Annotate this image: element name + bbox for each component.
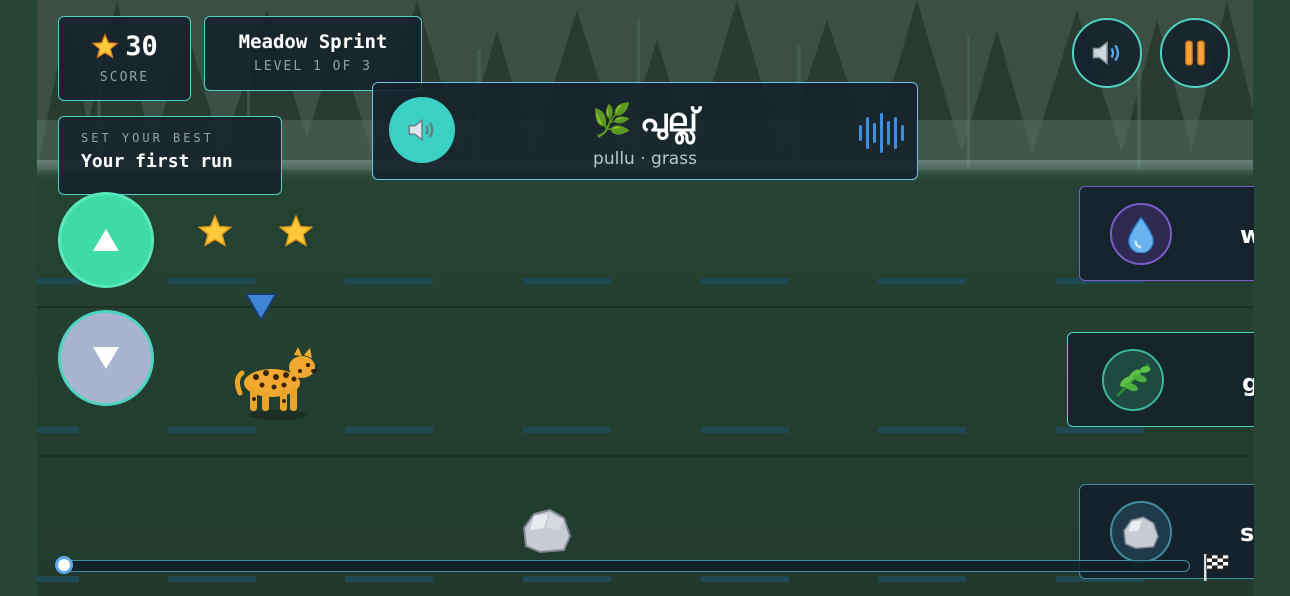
herb-leaf-icon: [1116, 363, 1151, 397]
star-icon: [278, 214, 314, 247]
best-panel: SET YOUR BEST Your first run: [58, 116, 282, 195]
lane-dash: [878, 427, 966, 433]
lane-dash: [168, 427, 256, 433]
water-drop-icon: [1128, 216, 1154, 253]
best-value: Your first run: [81, 151, 233, 172]
lane-dash: [523, 278, 611, 284]
word-native: പുല്ല്: [640, 101, 698, 139]
pause-button[interactable]: [1160, 18, 1230, 88]
sound-wave-icon: [859, 113, 904, 153]
down-arrow-icon: [93, 347, 119, 369]
word-native-text: 🌿 പുല്ല്: [373, 101, 917, 140]
lane-marker-icon: [244, 293, 278, 322]
speaker-icon: [1092, 40, 1120, 66]
level-panel: Meadow Sprint LEVEL 1 OF 3: [204, 16, 422, 91]
lane-dash: [701, 278, 789, 284]
lane-dash: [1056, 427, 1144, 433]
lane-divider: [37, 455, 1253, 457]
word-prompt-panel: 🌿 പുല്ല് pullu · grass: [372, 82, 918, 180]
score-label: SCORE: [99, 70, 150, 85]
answer-card-water[interactable]: w: [1079, 186, 1254, 281]
answer-badge: [1110, 203, 1172, 265]
rock-icon: [1123, 516, 1159, 550]
leopard-icon: [234, 347, 317, 420]
lane-dash: [345, 576, 433, 582]
lane-dash: [523, 576, 611, 582]
word-emoji: 🌿: [592, 101, 633, 139]
score-value: 30: [125, 31, 158, 62]
star-icon: [91, 32, 119, 59]
lane-dash: [523, 427, 611, 433]
answer-card-label: s: [1240, 519, 1254, 547]
answer-badge: [1110, 501, 1172, 563]
level-subtitle: LEVEL 1 OF 3: [254, 59, 372, 74]
level-progress-bar: [55, 556, 1190, 574]
best-label: SET YOUR BEST: [81, 131, 214, 145]
answer-card-label: g: [1242, 369, 1254, 397]
lane-dash: [345, 278, 433, 284]
lane-dash: [878, 278, 966, 284]
lane-dash: [701, 427, 789, 433]
sound-toggle-button[interactable]: [1072, 18, 1142, 88]
level-title: Meadow Sprint: [238, 31, 388, 53]
pause-icon: [1185, 40, 1205, 66]
lane-dash: [37, 576, 79, 582]
word-transliteration: pullu · grass: [593, 149, 697, 169]
move-up-button[interactable]: [58, 192, 154, 288]
answer-card-label: w: [1240, 221, 1254, 249]
lane-dash: [168, 576, 256, 582]
lane-dash: [345, 427, 433, 433]
lane-dash: [701, 576, 789, 582]
lane-dash: [168, 278, 256, 284]
checkered-flag-icon: [1204, 554, 1229, 581]
lane-dash: [37, 278, 79, 284]
star-icon: [197, 214, 233, 247]
lane-dash: [878, 576, 966, 582]
lane-divider: [37, 306, 1253, 308]
progress-knob: [55, 556, 73, 574]
answer-card-grass[interactable]: g: [1067, 332, 1254, 427]
rock-icon: [522, 508, 572, 554]
move-down-button[interactable]: [58, 310, 154, 406]
lane-dash: [37, 427, 79, 433]
up-arrow-icon: [93, 229, 119, 251]
score-panel: 30 SCORE: [58, 16, 191, 101]
answer-badge: [1102, 349, 1164, 411]
